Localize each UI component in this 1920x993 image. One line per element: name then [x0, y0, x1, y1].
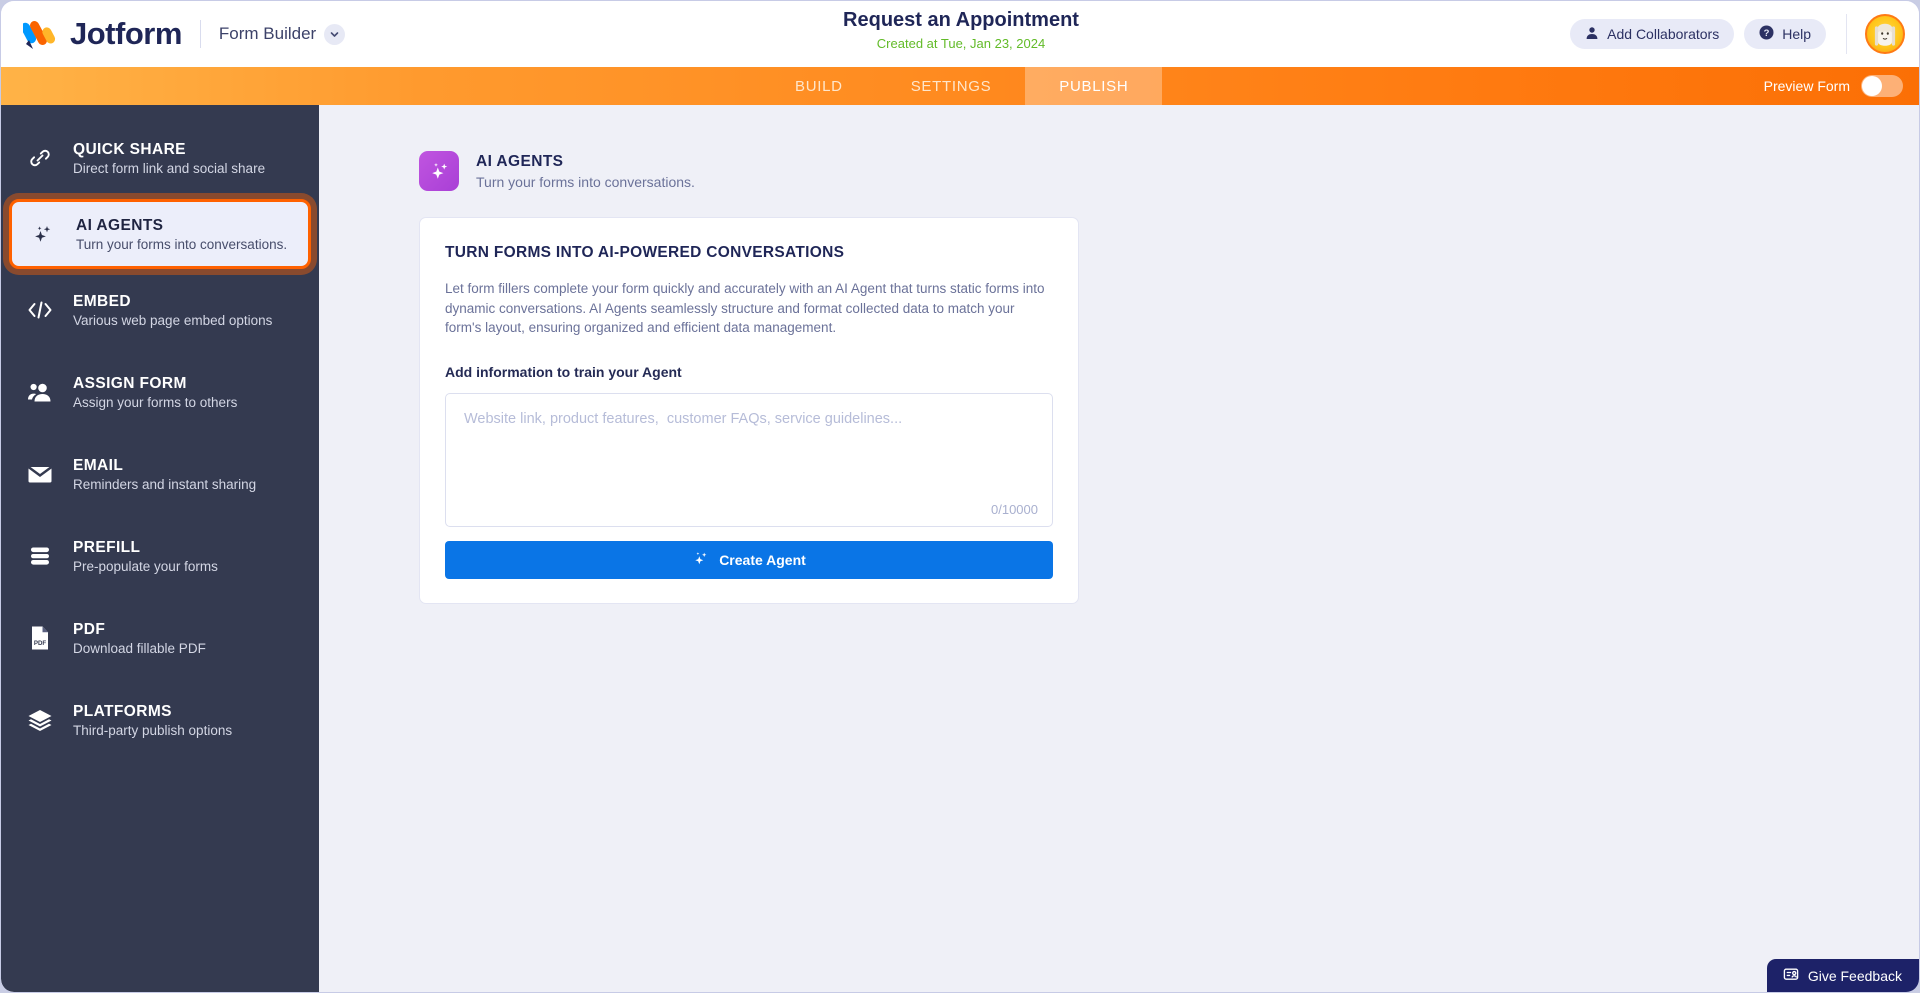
brand-logo[interactable]: Jotform	[1, 16, 182, 52]
tab-settings[interactable]: SETTINGS	[877, 67, 1026, 105]
sidebar-item-title: PREFILL	[73, 538, 141, 556]
sidebar-item-ai-agents[interactable]: AI AGENTS Turn your forms into conversat…	[9, 199, 311, 269]
sidebar-item-title: PLATFORMS	[73, 702, 172, 720]
people-icon	[25, 380, 55, 404]
sidebar-item-email[interactable]: EMAIL Reminders and instant sharing	[1, 433, 319, 515]
page-title: Request an Appointment	[843, 9, 1079, 31]
sidebar-item-sub: Reminders and instant sharing	[73, 476, 257, 492]
sidebar-item-sub: Download fillable PDF	[73, 640, 206, 656]
help-label: Help	[1782, 26, 1811, 42]
train-agent-label: Add information to train your Agent	[445, 363, 682, 380]
section-header: AI AGENTS Turn your forms into conversat…	[419, 151, 1919, 191]
sidebar-item-sub: Third-party publish options	[73, 722, 233, 738]
sidebar-item-title: EMBED	[73, 292, 131, 310]
stack-lines-icon	[25, 545, 55, 567]
sidebar-item-sub: Assign your forms to others	[73, 394, 238, 410]
person-icon	[1585, 26, 1599, 43]
tab-list: BUILD SETTINGS PUBLISH	[761, 67, 1163, 105]
svg-text:PDF: PDF	[34, 640, 47, 647]
preview-form-toggle[interactable]: Preview Form	[1764, 67, 1903, 105]
create-agent-button[interactable]: Create Agent	[445, 540, 1053, 579]
sparkle-icon	[692, 550, 709, 570]
feedback-card-icon	[1783, 966, 1799, 985]
header-actions: Add Collaborators ? Help	[1570, 1, 1919, 67]
link-icon	[25, 146, 55, 170]
sidebar-item-assign-form[interactable]: ASSIGN FORM Assign your forms to others	[1, 351, 319, 433]
preview-form-label: Preview Form	[1763, 78, 1850, 94]
give-feedback-button[interactable]: Give Feedback	[1766, 959, 1919, 992]
main-content: AI AGENTS Turn your forms into conversat…	[319, 105, 1919, 992]
brand-name: Jotform	[70, 16, 182, 51]
sidebar-item-platforms[interactable]: PLATFORMS Third-party publish options	[1, 679, 319, 761]
tab-build[interactable]: BUILD	[761, 67, 877, 105]
character-counter: 0/10000	[991, 501, 1038, 517]
code-brackets-icon	[25, 299, 55, 321]
question-circle-icon: ?	[1759, 25, 1774, 43]
give-feedback-label: Give Feedback	[1807, 967, 1902, 984]
app-window: Jotform Form Builder Request an Appointm…	[0, 0, 1920, 993]
train-agent-field[interactable]: 0/10000	[445, 392, 1053, 527]
header-actions-divider	[1846, 14, 1847, 54]
chevron-down-icon[interactable]	[324, 23, 346, 45]
sidebar-item-title: ASSIGN FORM	[73, 374, 187, 392]
sidebar-item-sub: Pre-populate your forms	[73, 558, 218, 574]
sidebar-item-sub: Turn your forms into conversations.	[76, 236, 288, 252]
add-collaborators-button[interactable]: Add Collaborators	[1570, 19, 1735, 49]
toggle-knob	[1862, 76, 1882, 96]
sidebar-item-title: AI AGENTS	[76, 216, 164, 234]
top-header: Jotform Form Builder Request an Appointm…	[1, 1, 1919, 67]
help-button[interactable]: ? Help	[1744, 19, 1826, 49]
sidebar-item-title: EMAIL	[73, 456, 124, 474]
pdf-file-icon: PDF	[25, 625, 55, 651]
sidebar-item-sub: Various web page embed options	[73, 312, 273, 328]
product-label: Form Builder	[218, 24, 317, 43]
layers-icon	[25, 708, 55, 732]
publish-sidebar: QUICK SHARE Direct form link and social …	[1, 105, 319, 992]
jotform-logo-icon	[20, 18, 57, 50]
sidebar-item-sub: Direct form link and social share	[73, 160, 266, 176]
product-switcher[interactable]: Form Builder	[218, 23, 346, 45]
tab-publish[interactable]: PUBLISH	[1025, 67, 1163, 105]
sidebar-item-quick-share[interactable]: QUICK SHARE Direct form link and social …	[1, 117, 319, 199]
create-agent-label: Create Agent	[719, 551, 806, 568]
svg-text:?: ?	[1764, 28, 1770, 39]
envelope-icon	[25, 464, 55, 484]
sparkle-icon	[419, 151, 459, 191]
avatar[interactable]	[1865, 14, 1905, 54]
preview-toggle-switch[interactable]	[1861, 75, 1903, 97]
sidebar-item-title: PDF	[73, 620, 106, 638]
add-collaborators-label: Add Collaborators	[1607, 26, 1720, 42]
train-agent-input[interactable]	[446, 393, 1052, 526]
sidebar-item-embed[interactable]: EMBED Various web page embed options	[1, 269, 319, 351]
sidebar-item-prefill[interactable]: PREFILL Pre-populate your forms	[1, 515, 319, 597]
sidebar-item-pdf[interactable]: PDF PDF Download fillable PDF	[1, 597, 319, 679]
header-divider	[199, 20, 201, 48]
card-title: TURN FORMS INTO AI-POWERED CONVERSATIONS	[445, 244, 845, 261]
card-description: Let form fillers complete your form quic…	[445, 281, 1045, 335]
form-created-date: Created at Tue, Jan 23, 2024	[876, 36, 1046, 51]
sparkle-icon	[28, 222, 58, 246]
publish-tabbar: BUILD SETTINGS PUBLISH Preview Form	[1, 67, 1919, 105]
ai-agent-card: TURN FORMS INTO AI-POWERED CONVERSATIONS…	[419, 217, 1079, 604]
section-title: AI AGENTS	[476, 152, 564, 170]
sidebar-item-title: QUICK SHARE	[73, 140, 186, 158]
section-subtitle: Turn your forms into conversations.	[476, 173, 695, 190]
